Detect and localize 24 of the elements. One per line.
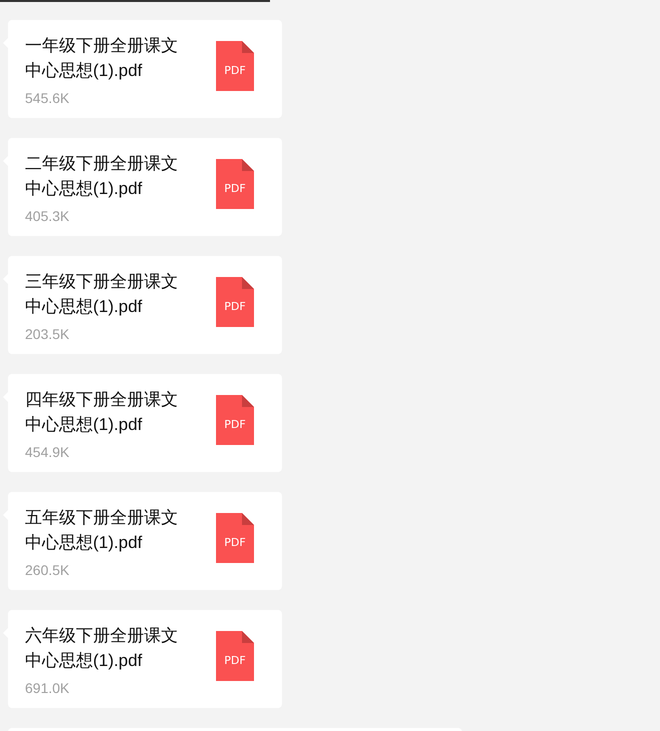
pdf-file-icon: PDF xyxy=(216,395,254,445)
file-name: 一年级下册全册课文 中心思想(1).pdf xyxy=(25,35,178,82)
file-message-bubble[interactable]: 四年级下册全册课文 中心思想(1).pdf 454.9K PDF xyxy=(8,374,282,472)
file-message-bubble[interactable]: 五年级下册全册课文 中心思想(1).pdf 260.5K PDF xyxy=(8,492,282,590)
file-size: 454.9K xyxy=(25,443,70,462)
pdf-file-icon: PDF xyxy=(216,277,254,327)
file-name: 三年级下册全册课文 中心思想(1).pdf xyxy=(25,271,178,318)
file-name: 二年级下册全册课文 中心思想(1).pdf xyxy=(25,153,178,200)
file-message-bubble[interactable]: 三年级下册全册课文 中心思想(1).pdf 203.5K PDF xyxy=(8,256,282,354)
file-size: 691.0K xyxy=(25,679,70,698)
file-size: 545.6K xyxy=(25,89,70,108)
file-message-bubble[interactable]: 二年级下册全册课文 中心思想(1).pdf 405.3K PDF xyxy=(8,138,282,236)
pdf-file-icon: PDF xyxy=(216,631,254,681)
file-name: 六年级下册全册课文 中心思想(1).pdf xyxy=(25,625,178,672)
pdf-file-icon: PDF xyxy=(216,41,254,91)
pdf-file-icon: PDF xyxy=(216,513,254,563)
file-size: 203.5K xyxy=(25,325,70,344)
file-size: 260.5K xyxy=(25,561,70,580)
file-name: 五年级下册全册课文 中心思想(1).pdf xyxy=(25,507,178,554)
file-message-bubble[interactable]: 一年级下册全册课文 中心思想(1).pdf 545.6K PDF xyxy=(8,20,282,118)
file-name: 四年级下册全册课文 中心思想(1).pdf xyxy=(25,389,178,436)
file-message-bubble[interactable]: 六年级下册全册课文 中心思想(1).pdf 691.0K PDF xyxy=(8,610,282,708)
file-size: 405.3K xyxy=(25,207,70,226)
pdf-file-icon: PDF xyxy=(216,159,254,209)
